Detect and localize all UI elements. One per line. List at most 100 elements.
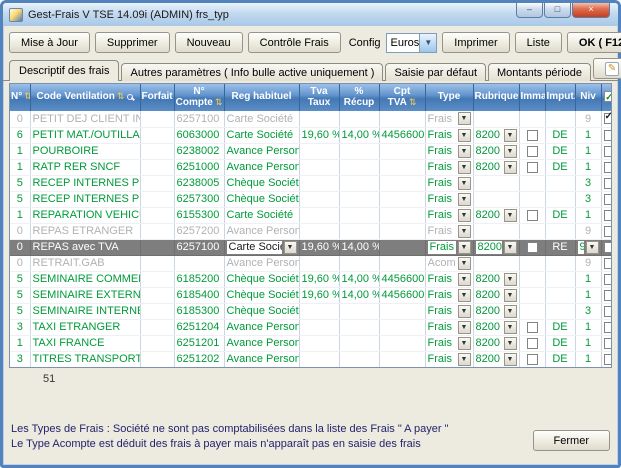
type-combobox[interactable]: Acompte▼	[428, 256, 471, 271]
row-checkbox[interactable]: ✓	[604, 113, 613, 124]
rubrique-combobox[interactable]: 8200▼	[476, 240, 517, 255]
row-checkbox[interactable]	[604, 306, 613, 317]
table-row[interactable]: 5SEMINAIRE COMMERCI6185200Chèque Société…	[10, 271, 612, 287]
type-combobox[interactable]: Frais▼	[428, 224, 471, 239]
fermer-button[interactable]: Fermer	[533, 430, 610, 451]
sort-icon[interactable]: ⇅	[409, 97, 417, 107]
table-row[interactable]: 5RECEP INTERNES PRO6257300Chèque Société…	[10, 191, 612, 207]
forfaits-par-categorie-button[interactable]: ✎ Forfaits par Catégorie	[593, 58, 621, 79]
table-row[interactable]: 0PETIT DEJ CLIENT INV6257100Carte Sociét…	[10, 111, 612, 127]
col-header-forfait[interactable]: Forfait✎	[140, 84, 174, 111]
sort-icon[interactable]: ⇅	[117, 91, 125, 101]
col-header-check[interactable]: ✓	[601, 84, 612, 111]
control-frais-button[interactable]: Contrôle Frais	[248, 32, 341, 53]
dropdown-arrow-icon[interactable]: ▼	[458, 257, 471, 270]
rubrique-combobox[interactable]: 8200▼	[476, 352, 517, 367]
tab-descriptif-des-frais[interactable]: Descriptif des frais	[9, 60, 119, 81]
immat-checkbox[interactable]	[527, 210, 538, 221]
sort-icon[interactable]: ⇅	[24, 91, 30, 101]
dropdown-arrow-icon[interactable]: ▼	[504, 161, 517, 174]
table-row[interactable]: 1POURBOIRE6238002Avance PersonnFrais▼820…	[10, 143, 612, 159]
dropdown-arrow-icon[interactable]: ▼	[504, 145, 517, 158]
dropdown-arrow-icon[interactable]: ▼	[458, 177, 471, 190]
col-header-recup[interactable]: % Récup	[339, 84, 379, 111]
table-row[interactable]: 5SEMINAIRE INTERNE6185300Chèque SociétéF…	[10, 303, 612, 319]
type-combobox[interactable]: Frais▼	[428, 176, 471, 191]
niv-combobox[interactable]: 9▼	[578, 240, 599, 255]
dropdown-arrow-icon[interactable]: ▼	[504, 273, 517, 286]
rubrique-combobox[interactable]: 8200▼	[476, 272, 517, 287]
immat-checkbox[interactable]	[527, 130, 538, 141]
dropdown-arrow-icon[interactable]: ▼	[458, 112, 471, 125]
row-checkbox[interactable]	[604, 322, 613, 333]
reg-combobox[interactable]: Carte Société▼	[227, 240, 297, 255]
row-checkbox[interactable]	[604, 210, 613, 221]
dropdown-arrow-icon[interactable]: ▼	[504, 289, 517, 302]
table-row[interactable]: 3TAXI ETRANGER6251204Avance PersonnFrais…	[10, 319, 612, 335]
dropdown-arrow-icon[interactable]: ▼	[458, 273, 471, 286]
dropdown-arrow-icon[interactable]: ▼	[504, 353, 517, 366]
dropdown-arrow-icon[interactable]: ▼	[458, 241, 471, 254]
col-header-type[interactable]: Type	[425, 84, 473, 111]
type-combobox[interactable]: Frais▼	[428, 192, 471, 207]
search-icon[interactable]	[127, 94, 133, 100]
row-checkbox[interactable]	[604, 178, 613, 189]
maximize-button[interactable]: □	[544, 3, 571, 18]
col-header-tva-taux[interactable]: Tva Taux	[299, 84, 339, 111]
dropdown-arrow-icon[interactable]: ▼	[458, 209, 471, 222]
dropdown-arrow-icon[interactable]: ▼	[504, 321, 517, 334]
col-header-compte[interactable]: N° Compte⇅	[174, 84, 224, 111]
table-row[interactable]: 1REPARATION VEHICUL6155300Carte SociétéF…	[10, 207, 612, 223]
tab-autres-parametres[interactable]: Autres paramètres ( Info bulle active un…	[121, 63, 383, 81]
row-checkbox[interactable]	[604, 274, 613, 285]
config-combobox[interactable]: Euros ▼	[386, 33, 438, 53]
dropdown-arrow-icon[interactable]: ▼	[504, 129, 517, 142]
tab-montants-periode[interactable]: Montants période	[488, 63, 591, 81]
immat-checkbox[interactable]	[527, 146, 538, 157]
tab-saisie-par-defaut[interactable]: Saisie par défaut	[385, 63, 486, 81]
row-checkbox[interactable]	[604, 354, 613, 365]
col-header-code-ventilation[interactable]: Code Ventilation⇅	[30, 84, 140, 111]
rubrique-combobox[interactable]: 8200▼	[476, 336, 517, 351]
dropdown-arrow-icon[interactable]: ▼	[504, 209, 517, 222]
rubrique-combobox[interactable]: 8200▼	[476, 128, 517, 143]
table-row[interactable]: 6PETIT MAT./OUTILLAG6063000Carte Société…	[10, 127, 612, 143]
type-combobox[interactable]: Frais▼	[428, 352, 471, 367]
type-combobox[interactable]: Frais▼	[428, 320, 471, 335]
table-row[interactable]: 1RATP RER SNCF6251000Avance PersonnFrais…	[10, 159, 612, 175]
dropdown-arrow-icon[interactable]: ▼	[458, 337, 471, 350]
row-checkbox[interactable]	[604, 290, 613, 301]
close-button[interactable]: ×	[572, 3, 610, 18]
row-checkbox[interactable]	[604, 162, 613, 173]
immat-checkbox[interactable]	[527, 354, 538, 365]
print-button[interactable]: Imprimer	[442, 32, 509, 53]
col-header-reg-habituel[interactable]: Reg habituel	[224, 84, 299, 111]
rubrique-combobox[interactable]: 8200▼	[476, 320, 517, 335]
type-combobox[interactable]: Frais▼	[428, 160, 471, 175]
table-row[interactable]: 0REPAS avec TVA6257100Carte Société▼19,6…	[10, 239, 612, 255]
dropdown-arrow-icon[interactable]: ▼	[458, 353, 471, 366]
dropdown-arrow-icon[interactable]: ▼	[458, 225, 471, 238]
col-header-cpt-tva[interactable]: Cpt TVA⇅	[379, 84, 425, 111]
type-combobox[interactable]: Frais▼	[428, 208, 471, 223]
table-row[interactable]: 0RETRAIT.GABAvance PersonnAcompte▼9	[10, 255, 612, 271]
type-combobox[interactable]: Frais▼	[428, 144, 471, 159]
col-header-rubrique[interactable]: Rubrique⇅	[473, 84, 519, 111]
dropdown-arrow-icon[interactable]: ▼	[458, 161, 471, 174]
immat-checkbox[interactable]	[527, 242, 538, 253]
type-combobox[interactable]: Frais▼	[428, 111, 471, 126]
table-row[interactable]: 0REPAS ETRANGER6257200Avance PersonnFrai…	[10, 223, 612, 239]
rubrique-combobox[interactable]: 8200▼	[476, 208, 517, 223]
title-bar[interactable]: Gest-Frais V TSE 14.09i (ADMIN) frs_typ …	[3, 3, 618, 26]
col-header-niv[interactable]: Niv	[575, 84, 601, 111]
immat-checkbox[interactable]	[527, 162, 538, 173]
type-combobox[interactable]: Frais▼	[428, 240, 471, 255]
ok-f12-button[interactable]: OK ( F12 )	[567, 32, 621, 53]
table-row[interactable]: 3TITRES TRANSPORT E6251202Avance Personn…	[10, 351, 612, 367]
table-row[interactable]: 1TAXI FRANCE6251201Avance PersonnFrais▼8…	[10, 335, 612, 351]
type-combobox[interactable]: Frais▼	[428, 336, 471, 351]
row-checkbox[interactable]	[604, 194, 613, 205]
type-combobox[interactable]: Frais▼	[428, 272, 471, 287]
dropdown-arrow-icon[interactable]: ▼	[458, 305, 471, 318]
dropdown-arrow-icon[interactable]: ▼	[458, 193, 471, 206]
